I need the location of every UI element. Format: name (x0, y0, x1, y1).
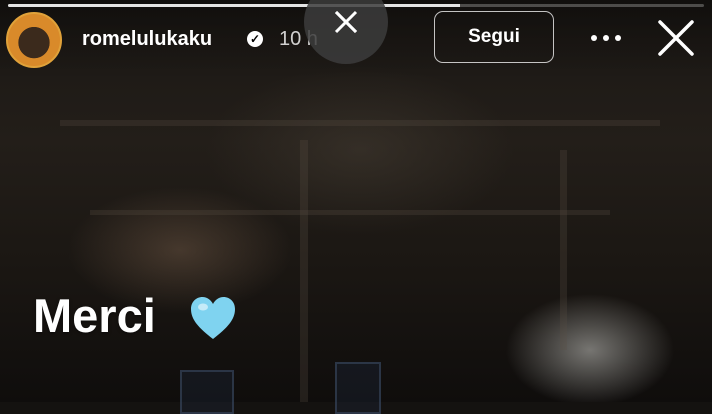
close-icon (658, 20, 694, 56)
background-window (335, 362, 381, 414)
more-dots-icon (591, 35, 621, 41)
story-progress-fill (8, 4, 461, 7)
close-icon (334, 10, 358, 34)
background-pillar (560, 150, 567, 350)
story-caption: Merci (33, 289, 156, 342)
follow-button[interactable]: Segui (434, 11, 554, 63)
avatar[interactable] (6, 12, 62, 68)
more-options-button[interactable] (584, 22, 628, 54)
username[interactable]: romelulukaku (82, 28, 212, 51)
background-window (180, 370, 234, 414)
light-blue-heart-icon (191, 297, 235, 339)
background-pillar (300, 140, 308, 402)
close-button[interactable] (654, 16, 698, 60)
background-beam (60, 120, 660, 126)
background-beam (90, 210, 610, 215)
verified-badge-icon: ✓ (247, 31, 263, 47)
